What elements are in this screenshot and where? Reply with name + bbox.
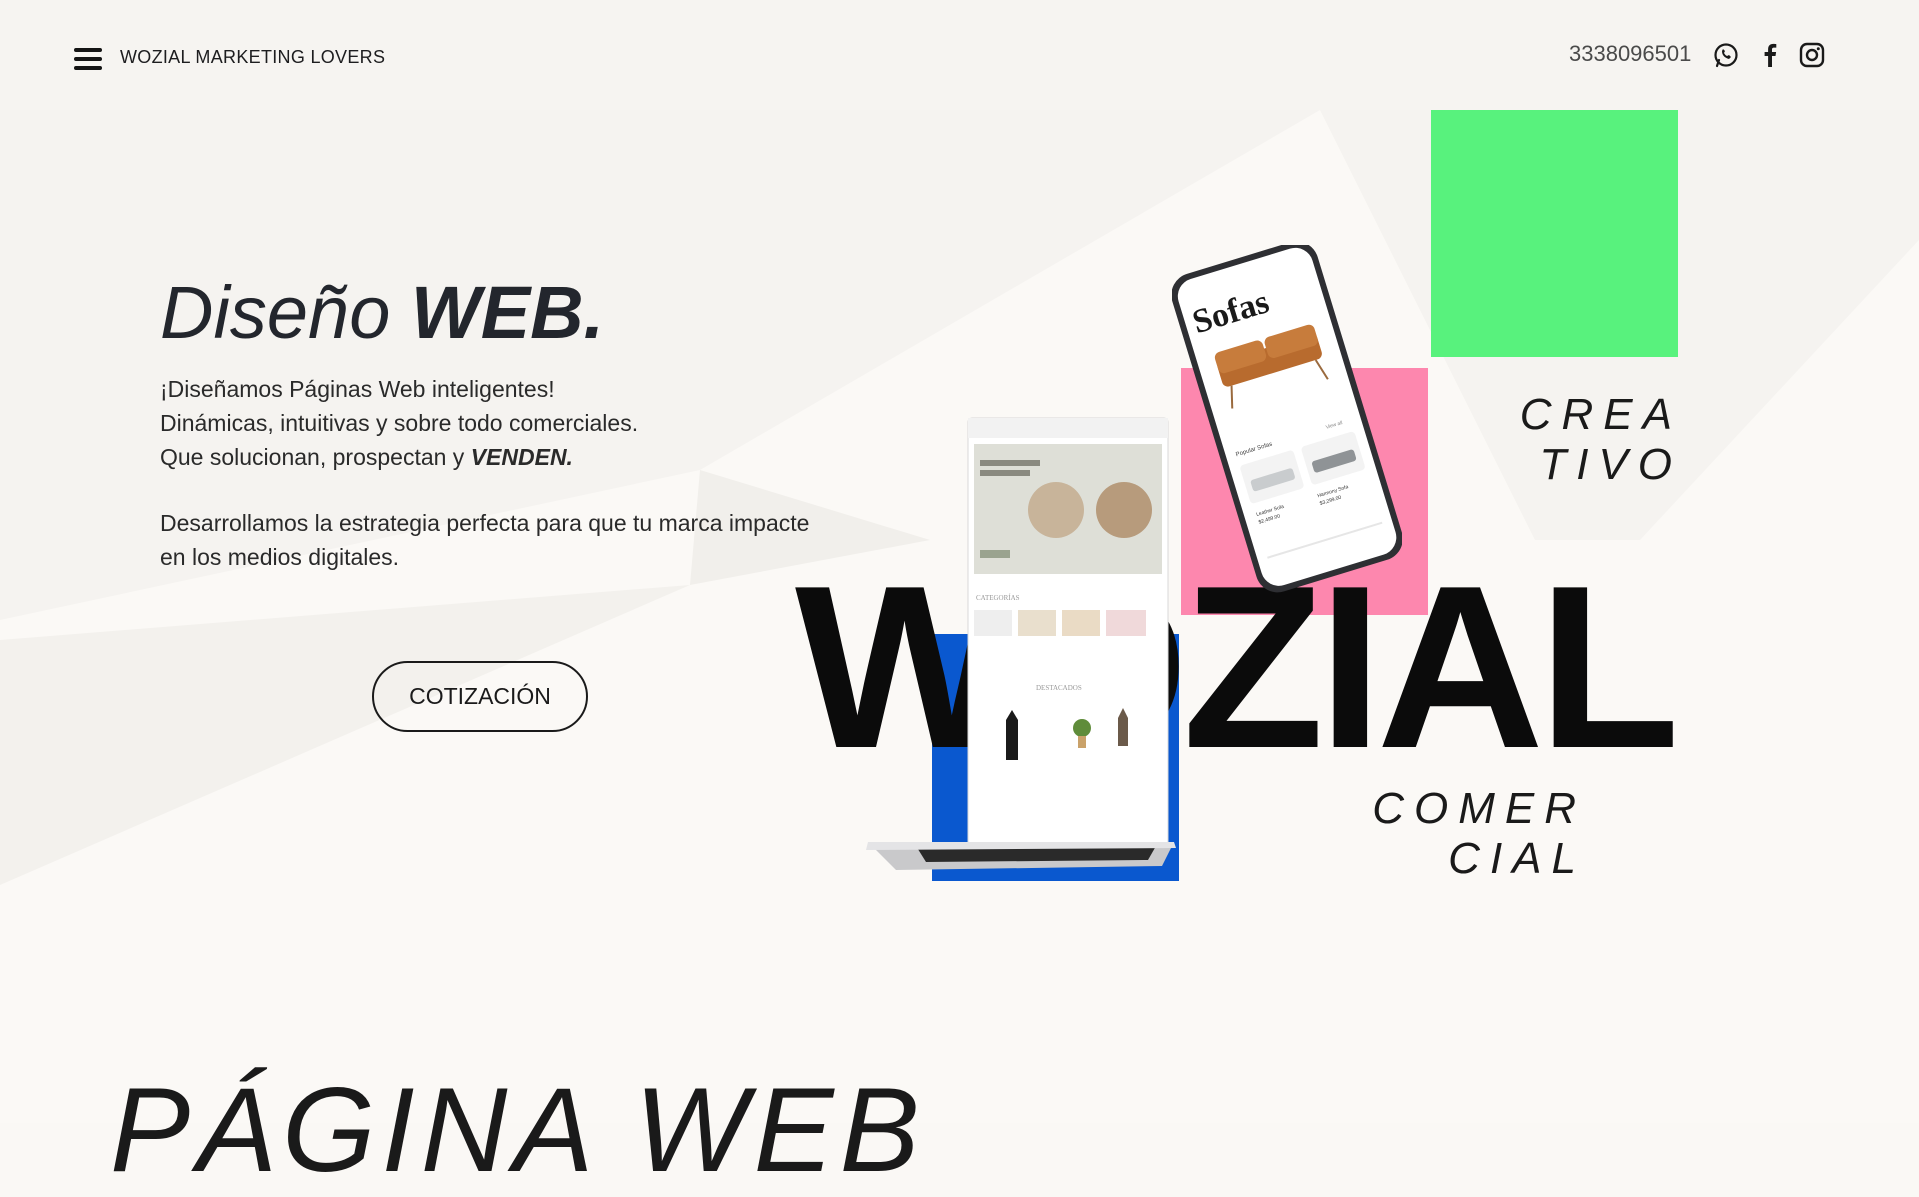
whatsapp-icon[interactable] (1712, 41, 1740, 69)
phone-number[interactable]: 3338096501 (1569, 41, 1691, 67)
hamburger-menu-icon[interactable] (74, 48, 102, 70)
laptop-mockup: CATEGORÍAS DESTACADOS (866, 417, 1176, 870)
tagline-line-3-text: Que solucionan, prospectan y (160, 444, 471, 470)
creativo-line-2: TIVO (1539, 440, 1682, 489)
tagline-line-1: ¡Diseñamos Páginas Web inteligentes! (160, 376, 555, 402)
comercial-text: COMER CIAL (1360, 784, 1586, 884)
creativo-line-1: CREA (1519, 390, 1682, 439)
tagline-line-3: Que solucionan, prospectan y VENDEN. (160, 440, 638, 474)
section-title-pagina-web: PÁGINA WEB (110, 1063, 926, 1197)
hero-title-light: Diseño (160, 271, 411, 354)
cotizacion-button[interactable]: COTIZACIÓN (372, 661, 588, 732)
site-header: WOZIAL MARKETING LOVERS 3338096501 (0, 0, 1919, 110)
hero-paragraph: Desarrollamos la estrategia perfecta par… (160, 510, 810, 570)
tagline-venden: VENDEN. (470, 444, 573, 470)
brand-name[interactable]: WOZIAL MARKETING LOVERS (120, 47, 385, 68)
comercial-line-1: COMER (1372, 784, 1586, 833)
tagline-line-2: Dinámicas, intuitivas y sobre todo comer… (160, 410, 639, 436)
hero-tagline: ¡Diseñamos Páginas Web inteligentes! Din… (160, 372, 638, 474)
comercial-line-2: CIAL (1448, 834, 1586, 883)
hero-title-bold: WEB. (410, 271, 605, 354)
creativo-text: CREA TIVO (1470, 390, 1682, 490)
facebook-icon[interactable] (1756, 41, 1784, 69)
green-square (1431, 110, 1678, 357)
phone-mockup: Sofas Popular Sofas View all Leather Sof… (1172, 245, 1402, 593)
laptop-section-2: DESTACADOS (1036, 684, 1082, 692)
laptop-section-1: CATEGORÍAS (976, 594, 1020, 602)
instagram-icon[interactable] (1798, 41, 1826, 69)
hero-title: Diseño WEB. (160, 276, 604, 350)
